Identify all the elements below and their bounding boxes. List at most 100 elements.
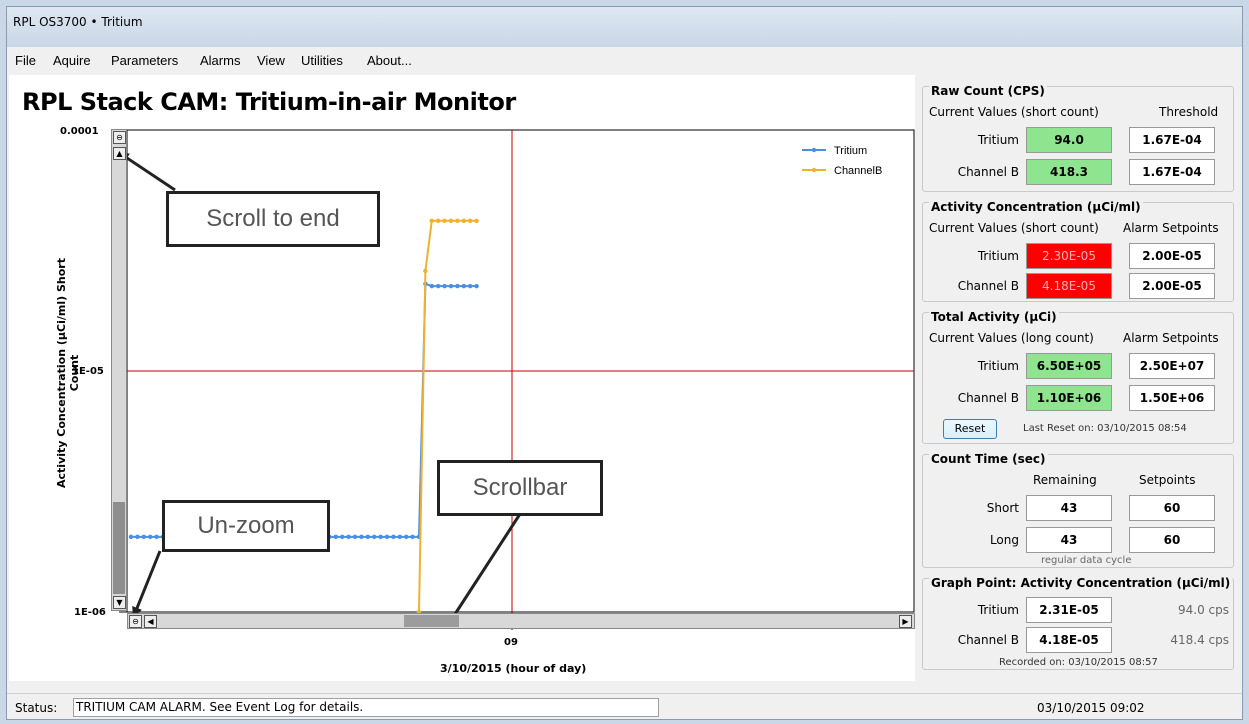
data-point (461, 218, 466, 223)
raw-count-row-label: Channel B (957, 165, 1019, 179)
activity-row-label: Channel B (957, 279, 1019, 293)
data-point (436, 218, 441, 223)
horizontal-scroll-thumb[interactable] (404, 615, 459, 627)
callout-scrollbar: Scrollbar (437, 460, 603, 516)
data-point (442, 283, 447, 289)
data-point (404, 534, 409, 540)
raw-count-col1: Current Values (short count) (929, 105, 1099, 119)
data-point (378, 534, 383, 540)
data-point (154, 534, 159, 540)
data-point (340, 534, 345, 540)
graph-point-row-label: Tritium (977, 603, 1019, 617)
x-axis-label: 3/10/2015 (hour of day) (440, 662, 587, 675)
raw-count-title: Raw Count (CPS) (929, 84, 1047, 98)
data-point (365, 534, 370, 540)
total-activity-group: Total Activity (µCi) Current Values (lon… (922, 310, 1234, 444)
raw-count-value: 94.0 (1026, 127, 1112, 153)
raw-count-value: 418.3 (1026, 159, 1112, 185)
graph-point-row-label: Channel B (957, 633, 1019, 647)
legend-label: ChannelB (834, 165, 882, 177)
legend-label: Tritium (834, 145, 867, 157)
activity-col1: Current Values (short count) (929, 221, 1099, 235)
data-point (455, 218, 460, 223)
data-point (135, 534, 140, 540)
total-activity-col2: Alarm Setpoints (1123, 331, 1219, 345)
reset-button[interactable]: Reset (943, 419, 997, 439)
count-time-group: Count Time (sec) Remaining Setpoints Sho… (922, 452, 1234, 568)
graph-point-title: Graph Point: Activity Concentration (µCi… (929, 576, 1233, 590)
raw-count-row-label: Tritium (977, 133, 1019, 147)
raw-count-group: Raw Count (CPS) Current Values (short co… (922, 84, 1234, 192)
raw-count-col2: Threshold (1159, 105, 1219, 119)
raw-count-threshold: 1.67E-04 (1129, 159, 1215, 185)
data-point (423, 268, 428, 274)
legend-marker (811, 147, 817, 153)
legend-marker (811, 167, 817, 173)
total-activity-setpoint: 1.50E+06 (1129, 385, 1215, 411)
total-activity-value: 1.10E+06 (1026, 385, 1112, 411)
graph-point-recorded: Recorded on: 03/10/2015 08:57 (999, 657, 1158, 668)
unzoom-icon[interactable]: ⊖ (129, 615, 142, 628)
count-time-col2: Setpoints (1139, 473, 1196, 487)
activity-col2: Alarm Setpoints (1123, 221, 1219, 235)
activity-title: Activity Concentration (µCi/ml) (929, 200, 1143, 214)
data-point (448, 283, 454, 289)
data-point (442, 218, 447, 223)
scroll-left-icon[interactable]: ◀ (144, 615, 157, 628)
count-time-col1: Remaining (1033, 473, 1097, 487)
data-point (128, 534, 134, 540)
data-point (410, 534, 415, 540)
data-point (141, 534, 146, 540)
data-point (391, 534, 396, 540)
activity-setpoint: 2.00E-05 (1129, 243, 1215, 269)
count-time-setpoint: 60 (1129, 495, 1215, 521)
graph-point-value: 2.31E-05 (1026, 597, 1112, 623)
total-activity-col1: Current Values (long count) (929, 331, 1094, 345)
activity-setpoint: 2.00E-05 (1129, 273, 1215, 299)
count-time-setpoint: 60 (1129, 527, 1215, 553)
graph-point-cps: 418.4 cps (1170, 633, 1229, 647)
count-time-row-label: Long (989, 533, 1019, 547)
total-activity-value: 6.50E+05 (1026, 353, 1112, 379)
activity-group: Activity Concentration (µCi/ml) Current … (922, 200, 1234, 302)
vertical-scrollbar[interactable]: ⊖ ▲ ▼ (111, 129, 127, 611)
activity-value-alarm: 4.18E-05 (1026, 273, 1112, 299)
count-time-note: regular data cycle (1041, 555, 1132, 566)
vertical-scroll-thumb[interactable] (113, 502, 125, 594)
data-point (148, 534, 153, 540)
count-time-remaining: 43 (1026, 495, 1112, 521)
y-tick-label: 0.0001 (60, 126, 99, 137)
horizontal-scrollbar[interactable]: ⊖ ◀ ▶ (127, 613, 915, 629)
data-point (346, 534, 351, 540)
x-tick-label: 09 (504, 637, 518, 648)
y-tick-label: 1E-06 (74, 607, 106, 618)
data-point (359, 534, 364, 540)
last-reset-text: Last Reset on: 03/10/2015 08:54 (1023, 423, 1187, 434)
zoom-reset-icon[interactable]: ⊖ (113, 131, 126, 144)
raw-count-threshold: 1.67E-04 (1129, 127, 1215, 153)
data-point (474, 283, 479, 289)
callout-unzoom: Un-zoom (162, 500, 330, 552)
y-tick-label: 1E-05 (72, 366, 104, 377)
graph-point-group: Graph Point: Activity Concentration (µCi… (922, 576, 1234, 670)
data-point (372, 534, 377, 540)
scroll-up-icon[interactable]: ▲ (113, 147, 126, 160)
activity-value-alarm: 2.30E-05 (1026, 243, 1112, 269)
count-time-row-label: Short (986, 501, 1019, 515)
data-point (455, 283, 460, 289)
data-point (468, 283, 473, 289)
total-activity-setpoint: 2.50E+07 (1129, 353, 1215, 379)
count-time-remaining: 43 (1026, 527, 1112, 553)
callout-scroll-to-end: Scroll to end (166, 191, 380, 247)
count-time-title: Count Time (sec) (929, 452, 1048, 466)
scroll-down-icon[interactable]: ▼ (113, 596, 126, 609)
right-panel: Raw Count (CPS) Current Values (short co… (914, 76, 1236, 672)
data-point (474, 218, 479, 223)
scroll-right-icon[interactable]: ▶ (899, 615, 912, 628)
graph-point-value: 4.18E-05 (1026, 627, 1112, 653)
total-activity-row-label: Channel B (957, 391, 1019, 405)
data-point (397, 534, 402, 540)
data-point (384, 534, 390, 540)
data-point (436, 283, 441, 289)
graph-point-cps: 94.0 cps (1178, 603, 1229, 617)
